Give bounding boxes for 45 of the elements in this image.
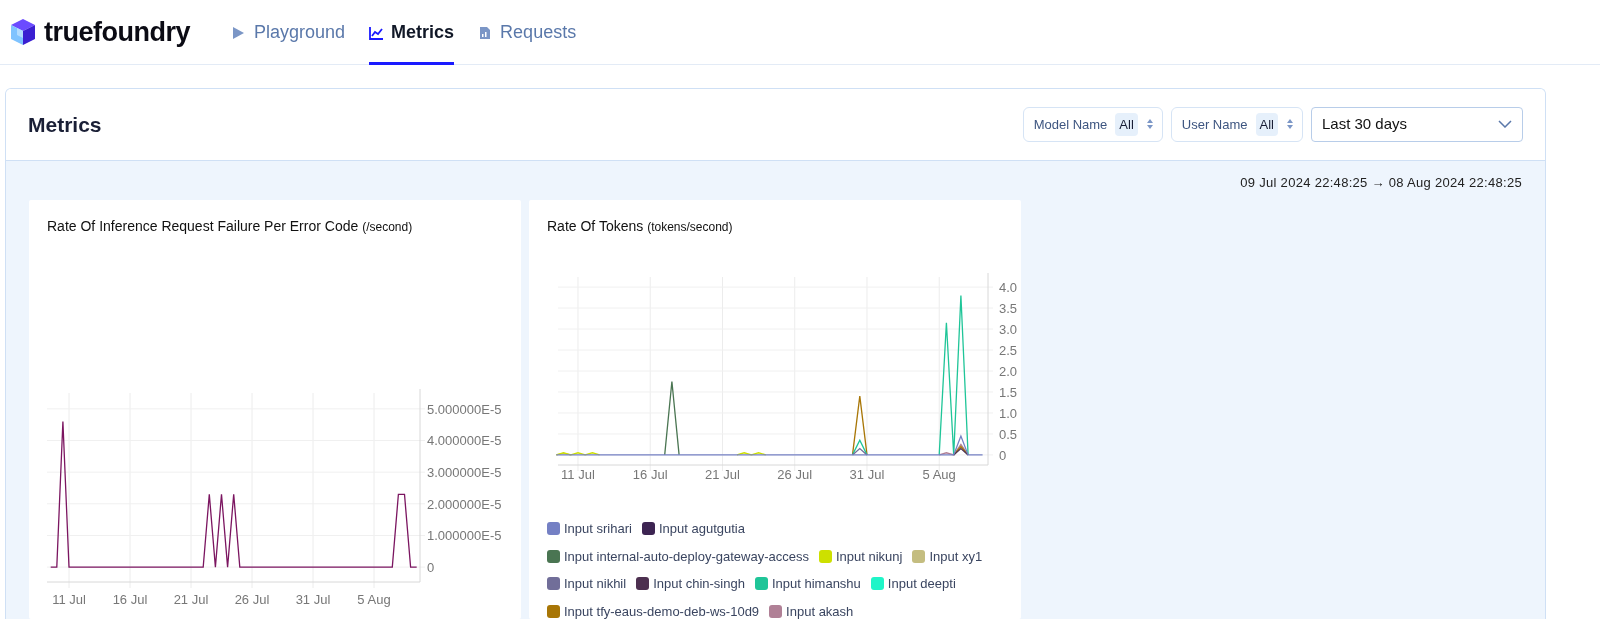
page-title: Metrics (28, 111, 102, 138)
filter-value: All (1115, 112, 1138, 137)
axis-tick-label: 5.000000E-5 (427, 401, 502, 417)
axis-tick-label: 5 Aug (922, 467, 956, 483)
axis-tick-label: 2.000000E-5 (427, 496, 502, 512)
axis-tick-label: 11 Jul (52, 592, 86, 608)
axis-tick-label: 2.5 (999, 343, 1018, 359)
axis-tick-label: 2.0 (999, 364, 1018, 380)
axis-tick-label: 16 Jul (632, 467, 668, 483)
filter-value: All (1255, 112, 1278, 137)
legend-label: Input deepti (887, 575, 956, 594)
logo-text: truefoundry (44, 15, 190, 49)
axis-tick-label: 3.5 (999, 301, 1018, 317)
legend-label: Input nikhil (564, 575, 627, 594)
axis-tick-label: 3.0 (999, 322, 1018, 338)
axis-tick-label: 31 Jul (295, 592, 331, 608)
chart-title: Rate Of Inference Request Failure Per Error Code (/second) (47, 217, 414, 237)
axis-tick-label: 26 Jul (777, 467, 813, 483)
axis-tick-label: 4.000000E-5 (427, 433, 502, 449)
axis-tick-label: 3.000000E-5 (427, 465, 502, 481)
legend-label: Input nikunj (835, 547, 903, 566)
axis-tick-label: 21 Jul (173, 592, 209, 608)
axis-tick-label: 1.5 (999, 385, 1018, 401)
axis-tick-label: 26 Jul (234, 592, 270, 608)
axis-tick-label: 5 Aug (357, 592, 391, 608)
chart-title: Rate Of Tokens (tokens/second) (547, 217, 734, 237)
axis-tick-label: 0 (999, 448, 1007, 464)
axis-tick-label: 16 Jul (112, 592, 148, 608)
axis-tick-label: 0.5 (999, 427, 1018, 443)
legend-label: Input agutgutia (658, 520, 745, 539)
axis-tick-label: 1.0 (999, 406, 1018, 422)
legend-label: Input internal-auto-deploy-gateway-access (564, 547, 809, 566)
legend-label: Input srihari (564, 520, 632, 539)
legend-label: Input akash (786, 602, 854, 619)
axis-tick-label: 0 (427, 560, 435, 576)
date-range: 09 Jul 2024 22:48:25 → 08 Aug 2024 22:48:25 (1240, 173, 1523, 192)
axis-tick-label: 4.0 (999, 280, 1018, 296)
axis-tick-label: 11 Jul (561, 467, 595, 483)
legend-label: Input himanshu (771, 575, 861, 594)
legend-label: Input xy1 (929, 547, 983, 566)
legend-label: Input chin-singh (653, 575, 745, 594)
axis-tick-label: 1.000000E-5 (427, 528, 502, 544)
legend-label: Input tfy-eaus-demo-deb-ws-10d9 (564, 602, 760, 619)
axis-tick-label: 31 Jul (849, 467, 885, 483)
axis-tick-label: 21 Jul (705, 467, 740, 483)
